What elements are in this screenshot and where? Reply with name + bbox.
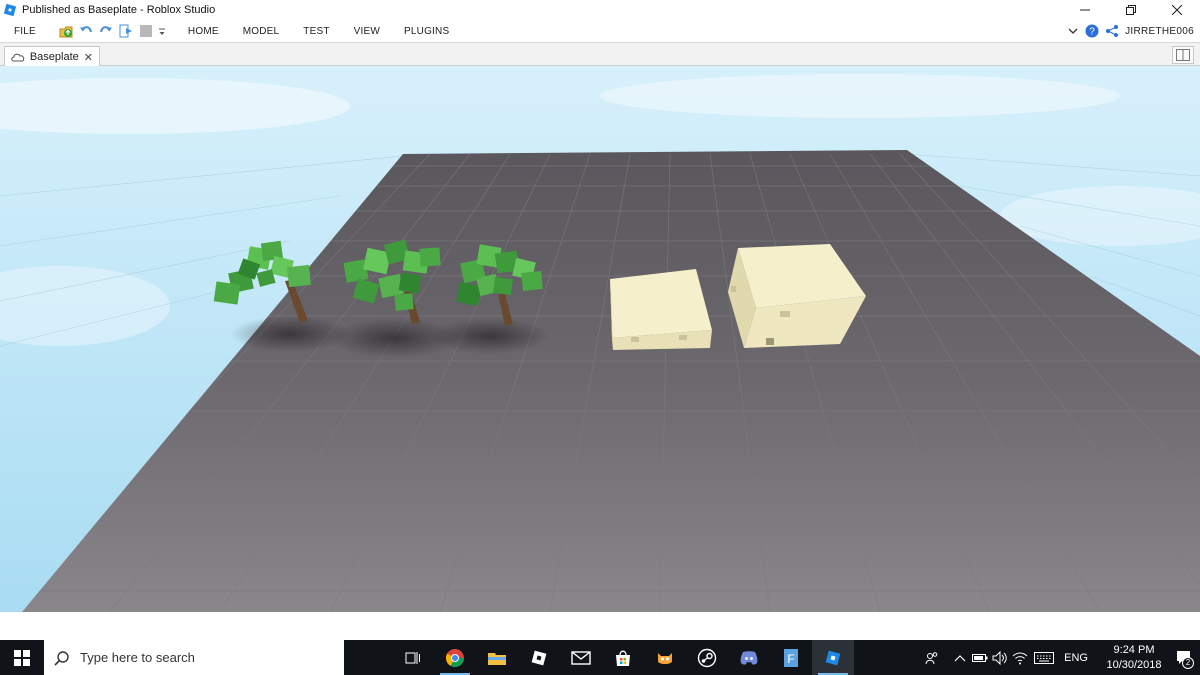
stop-icon xyxy=(139,25,152,37)
mail-icon xyxy=(571,650,591,665)
redo-button[interactable] xyxy=(98,23,114,39)
minimize-button[interactable] xyxy=(1062,0,1108,20)
tab-model[interactable]: MODEL xyxy=(231,26,292,37)
battery-button[interactable] xyxy=(970,640,990,675)
taskbar-store[interactable] xyxy=(602,640,644,675)
collapse-ribbon-icon[interactable] xyxy=(1067,25,1079,37)
quick-access-toolbar xyxy=(58,23,166,39)
taskbar-paint[interactable]: F xyxy=(770,640,812,675)
taskbar-search-box[interactable]: Type here to search xyxy=(44,640,344,675)
taskbar-mail[interactable] xyxy=(560,640,602,675)
publish-icon xyxy=(59,26,73,38)
wifi-icon xyxy=(1012,652,1028,664)
3d-viewport[interactable] xyxy=(0,66,1200,612)
close-button[interactable] xyxy=(1154,0,1200,20)
share-icon[interactable] xyxy=(1105,24,1119,38)
paint-icon: F xyxy=(784,648,798,667)
battery-icon xyxy=(972,653,988,662)
restore-button[interactable] xyxy=(1108,0,1154,20)
ribbon-menu-bar: FILE HOME MODEL TEST VIEW PLUGINS ? JIRR… xyxy=(0,20,1200,42)
tab-plugins[interactable]: PLUGINS xyxy=(392,26,461,37)
taskbar-clock[interactable]: 9:24 PM 10/30/2018 xyxy=(1098,643,1170,673)
tree-shadow xyxy=(430,318,550,354)
file-explorer-icon xyxy=(488,652,506,665)
task-view-icon xyxy=(405,651,420,664)
chevron-down-icon xyxy=(158,28,165,35)
help-icon[interactable]: ? xyxy=(1085,24,1099,38)
roblox-studio-icon xyxy=(825,650,841,665)
windows-taskbar: Type here to search F ENG 9:24 PM 10/30/… xyxy=(0,640,1200,675)
people-icon xyxy=(925,651,938,664)
clock-time: 9:24 PM xyxy=(1113,643,1155,656)
people-button[interactable] xyxy=(922,640,942,675)
notification-count: 2 xyxy=(1182,657,1194,669)
tab-layout-button[interactable] xyxy=(1172,46,1194,64)
customize-toolbar-button[interactable] xyxy=(158,23,166,39)
clock-date: 10/30/2018 xyxy=(1106,658,1162,671)
windows-logo-icon xyxy=(14,649,30,666)
file-menu[interactable]: FILE xyxy=(0,26,50,37)
taskbar-roblox[interactable] xyxy=(518,640,560,675)
restore-icon xyxy=(1126,5,1136,15)
taskbar-roblox-studio[interactable] xyxy=(812,640,854,675)
undo-icon xyxy=(79,26,92,33)
tab-view[interactable]: VIEW xyxy=(342,26,392,37)
taskbar-scratch[interactable] xyxy=(644,640,686,675)
minimize-icon xyxy=(1080,9,1090,11)
cloud-icon xyxy=(11,53,25,62)
scene-render xyxy=(0,66,1200,612)
stop-button[interactable] xyxy=(138,23,154,39)
steam-icon xyxy=(697,648,717,667)
roblox-studio-icon xyxy=(4,4,16,16)
play-here-icon xyxy=(119,24,132,38)
play-button[interactable] xyxy=(118,23,134,39)
publish-button[interactable] xyxy=(58,23,74,39)
start-button[interactable] xyxy=(0,640,44,675)
taskbar-file-explorer[interactable] xyxy=(476,640,518,675)
volume-icon xyxy=(992,650,1007,665)
building[interactable] xyxy=(610,269,712,350)
split-view-icon xyxy=(1176,49,1190,61)
chrome-icon xyxy=(445,648,464,667)
show-hidden-icons-button[interactable] xyxy=(950,640,970,675)
username-label[interactable]: JIRRETHE006 xyxy=(1125,26,1194,37)
redo-icon xyxy=(99,26,112,33)
discord-icon xyxy=(740,650,758,665)
system-tray: ENG 9:24 PM 10/30/2018 2 xyxy=(922,640,1200,675)
undo-button[interactable] xyxy=(78,23,94,39)
taskbar-steam[interactable] xyxy=(686,640,728,675)
action-center-button[interactable]: 2 xyxy=(1170,640,1200,675)
document-tab-label: Baseplate xyxy=(29,51,79,63)
svg-text:?: ? xyxy=(1089,27,1095,38)
wifi-button[interactable] xyxy=(1010,640,1030,675)
document-tab-strip: Baseplate ✕ xyxy=(0,42,1200,67)
input-language[interactable]: ENG xyxy=(1064,652,1088,664)
tab-home[interactable]: HOME xyxy=(176,26,231,37)
tab-test[interactable]: TEST xyxy=(291,26,341,37)
chevron-up-icon xyxy=(954,654,966,661)
roblox-icon xyxy=(531,650,547,665)
cloud xyxy=(600,74,1120,118)
window-title-bar: Published as Baseplate - Roblox Studio xyxy=(0,0,1200,20)
task-view-button[interactable] xyxy=(392,640,434,675)
document-tab-baseplate[interactable]: Baseplate ✕ xyxy=(4,46,100,67)
search-placeholder: Type here to search xyxy=(80,650,195,665)
search-icon xyxy=(54,650,69,666)
taskbar-chrome[interactable] xyxy=(434,640,476,675)
keyboard-icon xyxy=(1034,651,1055,664)
touch-keyboard-button[interactable] xyxy=(1030,640,1058,675)
volume-button[interactable] xyxy=(990,640,1010,675)
scratch-cat-icon xyxy=(658,652,672,664)
window-title: Published as Baseplate - Roblox Studio xyxy=(22,4,216,16)
close-tab-icon[interactable]: ✕ xyxy=(84,51,93,64)
taskbar-discord[interactable] xyxy=(728,640,770,675)
close-icon xyxy=(1172,5,1182,15)
svg-text:F: F xyxy=(787,652,794,666)
store-icon xyxy=(616,650,630,666)
